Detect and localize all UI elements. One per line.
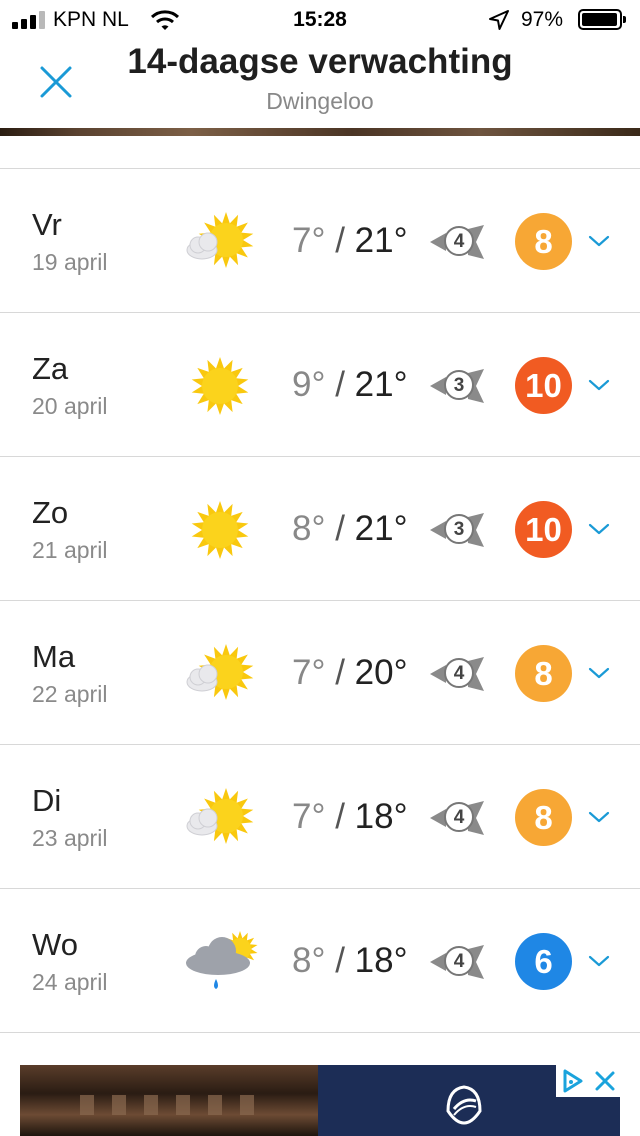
forecast-day: Wo: [32, 927, 78, 962]
forecast-row[interactable]: Di 23 april 7° / 18° 4 8: [0, 744, 640, 888]
advertisement-banner[interactable]: [20, 1065, 620, 1136]
battery-percentage: 97%: [521, 8, 564, 31]
sun-icon: [191, 357, 249, 415]
forecast-date: 20 april: [32, 393, 108, 419]
status-bar: KPN NL 15:28 97%: [0, 0, 640, 40]
wind-icon: 3: [428, 367, 486, 405]
temperature-range: 7° / 20°: [292, 653, 408, 693]
forecast-row[interactable]: Wo 24 april 8° / 18° 4 6: [0, 888, 640, 1033]
temperature-min: 7°: [292, 221, 326, 260]
wind-force: 4: [444, 802, 474, 832]
page-header: 14-daagse verwachting Dwingeloo: [0, 40, 640, 128]
temperature-separator: /: [335, 941, 345, 980]
temperature-range: 8° / 21°: [292, 509, 408, 549]
temperature-min: 7°: [292, 797, 326, 836]
forecast-row[interactable]: Vr 19 april 7° / 21° 4 8: [0, 168, 640, 312]
location-subtitle: Dwingeloo: [266, 88, 374, 114]
chevron-down-icon[interactable]: [587, 231, 611, 251]
forecast-day: Di: [32, 783, 62, 818]
temperature-max: 21°: [354, 221, 408, 260]
temperature-min: 9°: [292, 365, 326, 404]
forecast-day: Za: [32, 351, 69, 386]
weather-score-badge: 10: [515, 501, 572, 558]
chevron-down-icon[interactable]: [587, 807, 611, 827]
weather-icon: [182, 497, 260, 563]
weather-icon: [182, 929, 260, 995]
forecast-row[interactable]: Zo 21 april 8° / 21° 3 10: [0, 456, 640, 600]
forecast-date: 21 april: [32, 537, 108, 563]
weather-score-badge: 8: [515, 645, 572, 702]
ad-close-button[interactable]: [590, 1065, 620, 1097]
weather-score-badge: 6: [515, 933, 572, 990]
temperature-max: 20°: [354, 653, 408, 692]
adchoices-icon[interactable]: [556, 1065, 590, 1097]
weather-score-badge: 10: [515, 357, 572, 414]
temperature-max: 18°: [354, 941, 408, 980]
chevron-down-icon[interactable]: [587, 375, 611, 395]
sun-behind-cloud-icon: [186, 788, 254, 844]
forecast-date: 19 april: [32, 249, 108, 275]
temperature-separator: /: [335, 221, 345, 260]
header-photo: [0, 128, 640, 136]
sun-behind-cloud-icon: [186, 212, 254, 268]
wind-force: 3: [444, 370, 474, 400]
page-title: 14-daagse verwachting: [127, 42, 513, 81]
temperature-separator: /: [335, 509, 345, 548]
wind-force: 4: [444, 226, 474, 256]
forecast-date: 23 april: [32, 825, 108, 851]
forecast-date: 22 april: [32, 681, 108, 707]
temperature-range: 7° / 21°: [292, 221, 408, 261]
wind-force: 4: [444, 658, 474, 688]
sun-icon: [191, 501, 249, 559]
temperature-range: 9° / 21°: [292, 365, 408, 405]
temperature-separator: /: [335, 653, 345, 692]
temperature-max: 21°: [354, 509, 408, 548]
forecast-row[interactable]: Ma 22 april 7° / 20° 4 8: [0, 600, 640, 744]
cloud-rain-icon: [186, 931, 258, 989]
location-arrow-icon: [488, 9, 510, 37]
temperature-range: 7° / 18°: [292, 797, 408, 837]
ad-image: [20, 1065, 318, 1136]
temperature-min: 7°: [292, 653, 326, 692]
weather-icon: [182, 785, 260, 851]
forecast-day: Vr: [32, 207, 62, 242]
sun-behind-cloud-icon: [186, 644, 254, 700]
close-icon: [595, 1071, 615, 1091]
wind-icon: 4: [428, 223, 486, 261]
forecast-date: 24 april: [32, 969, 108, 995]
weather-score-badge: 8: [515, 789, 572, 846]
wind-icon: 4: [428, 943, 486, 981]
temperature-min: 8°: [292, 941, 326, 980]
temperature-separator: /: [335, 365, 345, 404]
forecast-day: Ma: [32, 639, 76, 674]
wind-icon: 3: [428, 511, 486, 549]
chevron-down-icon[interactable]: [587, 519, 611, 539]
forecast-row[interactable]: Za 20 april 9° / 21° 3 10: [0, 312, 640, 456]
weather-icon: [182, 353, 260, 419]
wind-icon: 4: [428, 655, 486, 693]
forecast-day: Zo: [32, 495, 69, 530]
wind-icon: 4: [428, 799, 486, 837]
wind-force: 4: [444, 946, 474, 976]
temperature-max: 21°: [354, 365, 408, 404]
weather-score-badge: 8: [515, 213, 572, 270]
battery-icon: [578, 9, 626, 30]
wind-force: 3: [444, 514, 474, 544]
weather-icon: [182, 641, 260, 707]
forecast-list: Vr 19 april 7° / 21° 4 8 Za 20 april 9° …: [0, 168, 640, 1033]
temperature-range: 8° / 18°: [292, 941, 408, 981]
temperature-separator: /: [335, 797, 345, 836]
ad-logo-icon: [446, 1085, 482, 1125]
temperature-min: 8°: [292, 509, 326, 548]
chevron-down-icon[interactable]: [587, 951, 611, 971]
chevron-down-icon[interactable]: [587, 663, 611, 683]
temperature-max: 18°: [354, 797, 408, 836]
weather-icon: [182, 209, 260, 275]
